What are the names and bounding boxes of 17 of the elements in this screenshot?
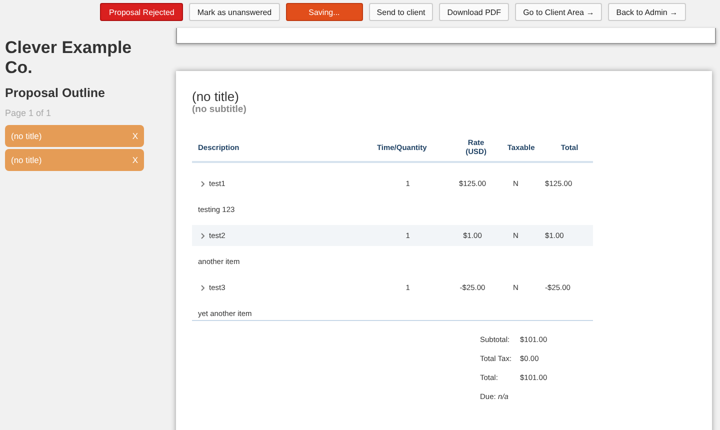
toolbar-button[interactable]: Mark as unanswered <box>189 3 280 21</box>
toolbar-button[interactable]: Send to client <box>368 3 434 21</box>
chevron-icon[interactable] <box>200 284 206 292</box>
company-name: Clever Example Co. <box>5 38 133 78</box>
section-title: (no title) <box>11 155 42 165</box>
chevron-icon[interactable] <box>200 180 206 188</box>
proposal-title: (no title) <box>192 89 240 104</box>
page-info: Page 1 of 1 <box>5 108 52 118</box>
chevron-icon[interactable] <box>200 232 206 240</box>
toolbar-button[interactable]: Go to Client Area → <box>515 3 602 21</box>
toolbar-button[interactable]: Saving... <box>286 3 363 21</box>
section-title: (no title) <box>11 131 42 141</box>
toolbar-button[interactable]: Proposal Rejected <box>100 3 184 21</box>
toolbar-button[interactable]: Back to Admin → <box>608 3 686 21</box>
outline-heading: Proposal Outline <box>5 86 106 100</box>
proposal-subtitle: (no subtitle) <box>192 104 248 115</box>
toolbar-button[interactable]: Download PDF <box>439 3 510 21</box>
